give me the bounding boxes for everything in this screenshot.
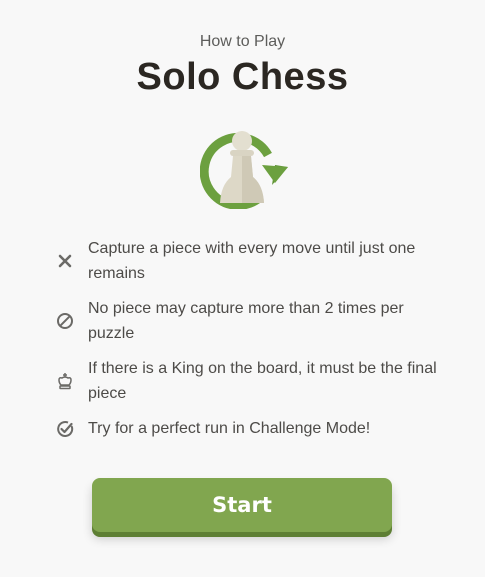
rule-text: No piece may capture more than 2 times p… — [88, 300, 404, 342]
rule-text: If there is a King on the board, it must… — [88, 360, 437, 402]
page-title: Solo Chess — [136, 56, 349, 98]
start-button-container: Start — [92, 478, 392, 538]
rule-item: No piece may capture more than 2 times p… — [54, 296, 444, 346]
rule-text: Try for a perfect run in Challenge Mode! — [88, 420, 371, 437]
rules-list: Capture a piece with every move until ju… — [54, 236, 444, 451]
pawn-with-circular-arrow-icon — [199, 127, 290, 210]
rule-item: If there is a King on the board, it must… — [54, 356, 444, 406]
rule-item: Capture a piece with every move until ju… — [54, 236, 444, 286]
x-icon — [54, 250, 76, 272]
page-subtitle: How to Play — [199, 33, 286, 50]
king-icon — [54, 370, 76, 392]
start-button[interactable]: Start — [92, 478, 392, 532]
check-circle-icon — [54, 418, 76, 440]
no-symbol-icon — [54, 310, 76, 332]
rule-text: Capture a piece with every move until ju… — [88, 240, 416, 282]
rule-item: Try for a perfect run in Challenge Mode! — [54, 416, 444, 441]
